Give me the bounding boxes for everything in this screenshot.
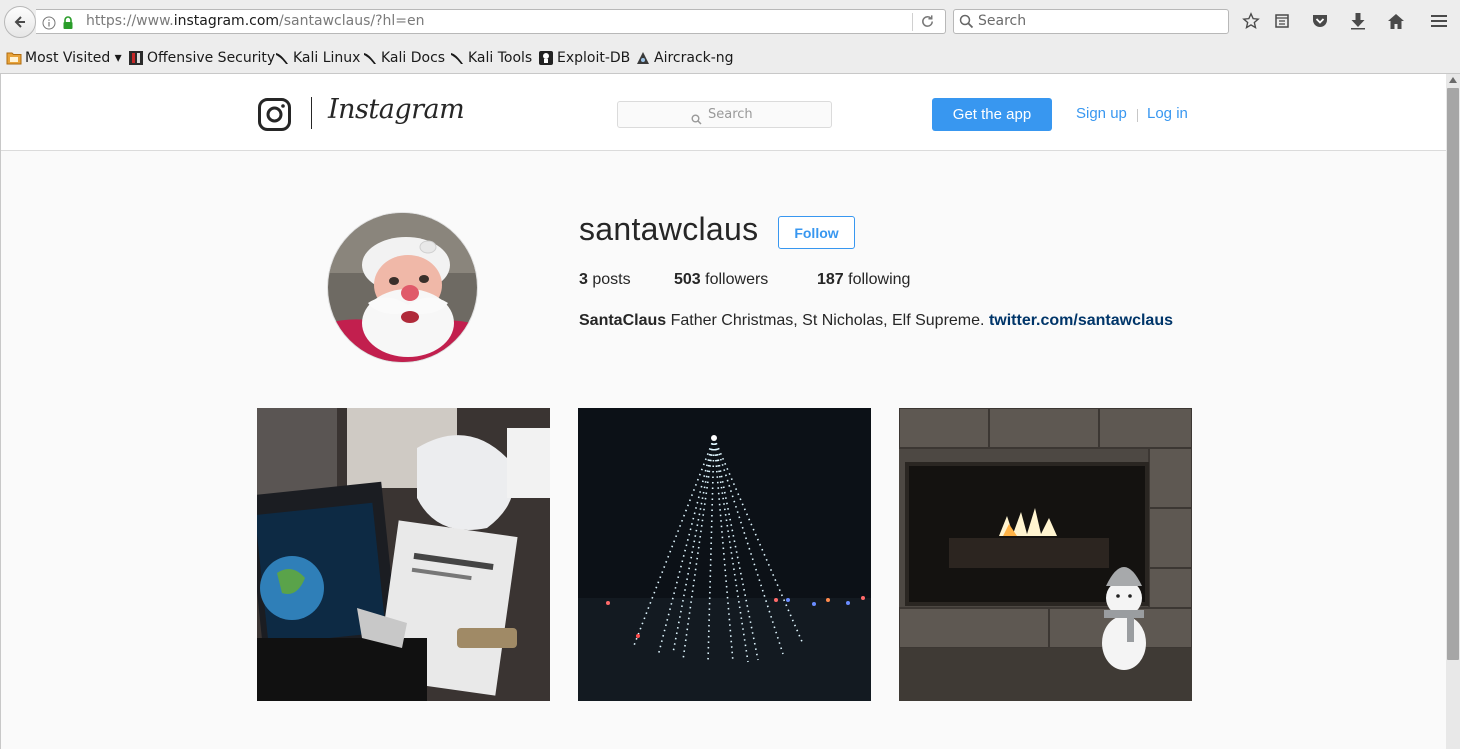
bookmark-exploit-db[interactable]: Exploit-DB xyxy=(538,49,630,67)
bookmark-label: Most Visited ▾ xyxy=(25,50,122,66)
kali-dragon-icon xyxy=(449,50,465,66)
followers-count: 503 xyxy=(674,271,701,288)
logo-divider xyxy=(311,97,312,129)
bookmark-most-visited[interactable]: Most Visited ▾ xyxy=(6,49,122,67)
sign-up-link[interactable]: Sign up xyxy=(1076,105,1127,122)
following-count: 187 xyxy=(817,271,844,288)
profile-avatar[interactable] xyxy=(327,212,478,363)
bookmark-label: Kali Docs xyxy=(381,50,446,66)
back-button[interactable] xyxy=(4,6,36,38)
get-the-app-button[interactable]: Get the app xyxy=(932,98,1052,131)
auth-divider xyxy=(1137,109,1138,122)
scrollbar-thumb[interactable] xyxy=(1447,88,1459,660)
instagram-search-input[interactable]: Search xyxy=(617,101,832,128)
bio-text: Father Christmas, St Nicholas, Elf Supre… xyxy=(670,312,985,329)
profile-username: santawclaus xyxy=(579,211,759,247)
post-thumbnail[interactable] xyxy=(257,408,550,701)
log-in-link[interactable]: Log in xyxy=(1147,105,1188,122)
bookmark-offensive-security[interactable]: Offensive Security xyxy=(128,49,275,67)
instagram-camera-icon[interactable] xyxy=(258,98,291,135)
bookmark-label: Kali Linux xyxy=(293,50,361,66)
bookmark-aircrack-ng[interactable]: Aircrack-ng xyxy=(635,49,734,67)
url-divider xyxy=(912,13,913,31)
bookmark-kali-linux[interactable]: Kali Linux xyxy=(274,49,360,67)
url-bar[interactable]: https://www.instagram.com/santawclaus/?h… xyxy=(36,9,946,34)
instagram-wordmark[interactable]: Instagram xyxy=(328,94,465,125)
posts-stat: 3 posts xyxy=(579,271,631,289)
page-scrollbar[interactable] xyxy=(1446,74,1460,749)
followers-label: followers xyxy=(705,271,769,288)
posts-label: posts xyxy=(592,271,631,288)
lock-icon[interactable] xyxy=(62,15,74,34)
hamburger-menu-icon[interactable] xyxy=(1428,10,1450,32)
kali-dragon-icon xyxy=(362,50,378,66)
page-viewport: Instagram Search Get the app Sign up Log… xyxy=(0,74,1446,749)
browser-toolbar: https://www.instagram.com/santawclaus/?h… xyxy=(0,0,1460,42)
search-icon xyxy=(959,14,974,33)
offsec-icon xyxy=(128,50,144,66)
search-icon xyxy=(691,110,702,129)
bookmark-label: Offensive Security xyxy=(147,50,276,66)
bookmark-label: Kali Tools xyxy=(468,50,533,66)
info-icon[interactable] xyxy=(42,15,56,34)
star-bookmark-icon[interactable] xyxy=(1240,10,1262,32)
scroll-up-arrow-icon[interactable] xyxy=(1449,77,1457,83)
aircrack-icon xyxy=(635,50,651,66)
pocket-icon[interactable] xyxy=(1309,10,1331,32)
exploit-db-icon xyxy=(538,50,554,66)
browser-search-input[interactable]: Search xyxy=(953,9,1229,34)
post-thumbnail[interactable] xyxy=(578,408,871,701)
browser-search-placeholder: Search xyxy=(978,13,1027,29)
following-label: following xyxy=(848,271,911,288)
followers-stat[interactable]: 503 followers xyxy=(674,271,768,289)
bookmarks-bar: Most Visited ▾ Offensive Security Kali L… xyxy=(0,42,1460,74)
reading-list-icon[interactable] xyxy=(1271,10,1293,32)
post-thumbnail[interactable] xyxy=(899,408,1192,701)
following-stat[interactable]: 187 following xyxy=(817,271,910,289)
posts-count: 3 xyxy=(579,271,588,288)
folder-icon xyxy=(6,51,22,65)
downloads-icon[interactable] xyxy=(1347,10,1369,32)
reload-icon[interactable] xyxy=(920,14,935,33)
bookmark-label: Aircrack-ng xyxy=(654,50,734,66)
home-icon[interactable] xyxy=(1385,10,1407,32)
bookmark-kali-tools[interactable]: Kali Tools xyxy=(449,49,532,67)
instagram-search-placeholder: Search xyxy=(708,107,753,122)
bio-name: SantaClaus xyxy=(579,312,667,329)
kali-dragon-icon xyxy=(274,50,290,66)
bookmark-kali-docs[interactable]: Kali Docs xyxy=(362,49,445,67)
profile-bio: SantaClaus Father Christmas, St Nicholas… xyxy=(579,312,1173,330)
follow-button[interactable]: Follow xyxy=(778,216,855,249)
instagram-header: Instagram Search Get the app Sign up Log… xyxy=(1,74,1446,151)
back-arrow-icon xyxy=(14,16,25,28)
bio-link[interactable]: twitter.com/santawclaus xyxy=(989,312,1173,329)
bookmark-label: Exploit-DB xyxy=(557,50,631,66)
url-text[interactable]: https://www.instagram.com/santawclaus/?h… xyxy=(86,13,425,29)
